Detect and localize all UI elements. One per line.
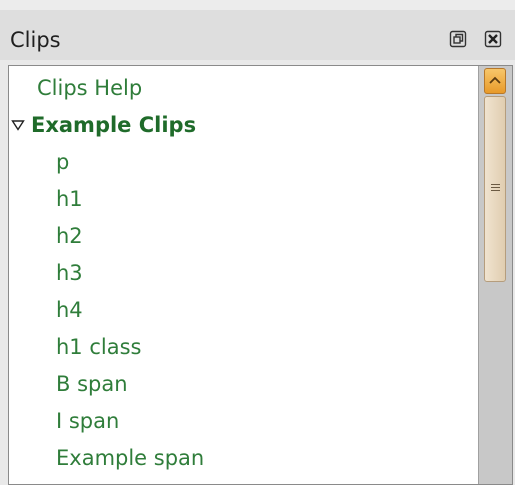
chevron-up-icon — [489, 76, 501, 84]
tree-group-label: Example Clips — [31, 113, 197, 137]
panel-header: Clips — [0, 10, 515, 60]
tree-item[interactable]: h3 — [56, 255, 83, 291]
vertical-scrollbar[interactable] — [478, 66, 512, 484]
tree-item[interactable]: h2 — [56, 218, 83, 254]
tree-item[interactable]: Example span — [56, 440, 204, 476]
expanded-triangle-icon[interactable] — [11, 107, 31, 143]
restore-icon[interactable] — [448, 29, 468, 49]
top-strip — [0, 0, 515, 10]
scroll-thumb[interactable] — [484, 96, 506, 282]
close-icon[interactable] — [483, 29, 503, 49]
scroll-up-button[interactable] — [484, 68, 506, 94]
tree-item[interactable]: p — [56, 144, 69, 180]
tree-item[interactable]: B span — [56, 366, 128, 402]
grip-icon — [491, 184, 500, 191]
tree-item[interactable]: h4 — [56, 292, 83, 328]
tree-item[interactable]: h1 class — [56, 329, 141, 365]
tree-group-example-clips[interactable]: Example Clips — [11, 107, 196, 143]
panel-title: Clips — [10, 28, 61, 52]
clips-panel: Clips Clips Help Example Clips p h1 h2 h… — [0, 0, 515, 485]
tree-item-clips-help[interactable]: Clips Help — [37, 70, 142, 106]
tree-item[interactable]: h1 — [56, 181, 83, 217]
clips-list: Clips Help Example Clips p h1 h2 h3 h4 h… — [9, 66, 478, 484]
tree-item[interactable]: I span — [56, 403, 119, 439]
clips-tree: Clips Help Example Clips p h1 h2 h3 h4 h… — [8, 65, 513, 485]
